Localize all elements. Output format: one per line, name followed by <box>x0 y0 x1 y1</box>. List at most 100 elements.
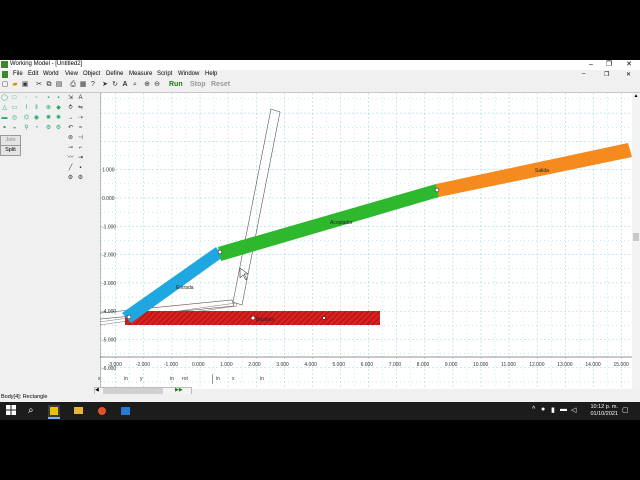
close-button[interactable]: ✕ <box>620 60 638 70</box>
motor-tool-icon[interactable]: ⊗ <box>45 105 52 112</box>
anchor-tool-icon[interactable]: ▪ <box>45 95 52 102</box>
pointer-icon[interactable]: ➤ <box>101 81 109 89</box>
circle-tool-icon[interactable]: ◯ <box>1 95 8 102</box>
mdi-restore-button[interactable]: ❐ <box>604 71 609 78</box>
linear-damper-tool-icon[interactable]: ╱ <box>67 165 74 172</box>
gear-pair-tool-icon[interactable]: ⚙ <box>67 175 74 182</box>
link-tool-icon[interactable]: ⚭ <box>1 125 8 132</box>
triangle-tool-icon[interactable]: △ <box>1 105 8 112</box>
run-button[interactable]: Run <box>169 81 183 88</box>
separator-joint-tool-icon[interactable]: ⚙ <box>77 175 84 182</box>
menu-help[interactable]: Help <box>205 71 217 77</box>
windows-start-icon[interactable] <box>6 405 18 417</box>
rotational-spring-tool-icon[interactable]: ↶ <box>67 125 74 132</box>
rotational-actuator-tool-icon[interactable]: ⇢ <box>77 115 84 122</box>
menu-define[interactable]: Define <box>106 71 123 77</box>
curve-tool-icon[interactable]: ◎ <box>11 115 18 122</box>
mdi-close-button[interactable]: ✕ <box>626 71 631 78</box>
minimize-button[interactable]: – <box>582 60 600 70</box>
separator2-tool-icon[interactable]: ⚙ <box>55 125 62 132</box>
menu-object[interactable]: Object <box>83 71 100 77</box>
pin-joint[interactable] <box>322 316 326 320</box>
spring-tool-icon[interactable]: ⌬ <box>23 115 30 122</box>
menu-view[interactable]: View <box>65 71 78 77</box>
menu-script[interactable]: Script <box>157 71 172 77</box>
pulley-tool-icon[interactable]: ◔ <box>33 125 40 132</box>
point-tool-icon[interactable]: ◦ <box>23 95 30 102</box>
split-button[interactable]: Split <box>0 145 21 156</box>
polygon-tool-icon[interactable]: ▬ <box>1 115 8 122</box>
acoplador-body[interactable] <box>218 184 439 261</box>
cursor-tool-icon[interactable]: ⇲ <box>67 95 74 102</box>
volume-icon[interactable]: ◁ <box>571 406 576 414</box>
paste-icon[interactable]: ▤ <box>55 81 63 89</box>
keyed-joint-tool-icon[interactable]: ⊣ <box>77 135 84 142</box>
linear-spring-tool-icon[interactable]: 〰 <box>67 155 74 162</box>
actuator-spring-tool-icon[interactable]: ⊸ <box>67 145 74 152</box>
pin-joint[interactable] <box>434 187 440 193</box>
microphone-icon[interactable]: ● <box>541 406 545 413</box>
text-tool-icon[interactable]: A <box>121 81 129 89</box>
save-icon[interactable]: ▣ <box>21 81 29 89</box>
rectangle-tool-icon[interactable]: ▭ <box>11 105 18 112</box>
menu-edit[interactable]: Edit <box>28 71 38 77</box>
cut-icon[interactable]: ✂ <box>35 81 43 89</box>
scroll-left-arrow-icon[interactable]: ◀ <box>95 387 99 393</box>
photos-icon[interactable] <box>119 405 131 417</box>
linear-actuator-tool-icon[interactable]: ⇋ <box>77 105 84 112</box>
menu-window[interactable]: Window <box>178 71 199 77</box>
gear-tool-icon[interactable]: ✺ <box>45 115 52 122</box>
network-icon[interactable]: ▬ <box>560 406 567 413</box>
workspace-canvas[interactable]: 1.000 0.000 -1.000 -2.000 -3.000 -4.000 -5.000… <box>89 93 633 400</box>
slot-joint-tool-icon[interactable]: ≈ <box>77 125 84 132</box>
vertical-scroll-thumb[interactable] <box>633 233 639 241</box>
salida-body[interactable] <box>436 143 632 197</box>
square-point-tool-icon[interactable]: ▫ <box>33 95 40 102</box>
browser-icon[interactable] <box>96 405 108 417</box>
help-icon[interactable]: ? <box>89 81 97 89</box>
rotate-icon[interactable]: ↻ <box>111 81 119 89</box>
maximize-button[interactable]: ❐ <box>600 60 618 70</box>
damper-joint-tool-icon[interactable]: ▪ <box>77 165 84 172</box>
pin-joint[interactable] <box>250 315 256 321</box>
file-explorer-icon[interactable] <box>72 405 84 417</box>
slot-tool-icon[interactable]: ▪ <box>55 95 62 102</box>
new-file-icon[interactable]: ▢ <box>1 81 9 89</box>
system-clock[interactable]: 10:12 p. m. 01/10/2021 <box>590 404 618 418</box>
copy-icon[interactable]: ⧉ <box>45 81 53 89</box>
rope-tool-icon[interactable]: ⌇ <box>23 105 30 112</box>
pin-tool-icon[interactable]: ‖ <box>33 105 40 112</box>
separator-tool-icon[interactable]: ✺ <box>55 115 62 122</box>
force-tool-icon[interactable]: → <box>67 115 74 122</box>
zoom-out-icon[interactable]: ⊖ <box>153 81 161 89</box>
square-tool-icon[interactable]: □ <box>11 95 18 102</box>
rotational-motor-tool-icon[interactable]: A <box>77 95 84 102</box>
battery-icon[interactable]: ▮ <box>551 406 555 414</box>
lock-tool-icon[interactable]: ⚲ <box>23 125 30 132</box>
rope-joint-tool-icon[interactable]: ⇥ <box>77 155 84 162</box>
zoom-in-icon[interactable]: ⊕ <box>143 81 151 89</box>
pin-joint[interactable] <box>217 249 223 255</box>
rotational-damper-tool-icon[interactable]: ⊚ <box>67 135 74 142</box>
mdi-minimize-button[interactable]: – <box>582 71 585 77</box>
menu-file[interactable]: File <box>13 71 23 77</box>
show-hidden-icons-icon[interactable]: ^ <box>532 406 535 413</box>
search-icon[interactable]: ⌕ <box>28 405 40 417</box>
pulley-joint-tool-icon[interactable]: ⌐ <box>77 145 84 152</box>
zoom-tool-icon[interactable]: ⌕ <box>131 81 139 89</box>
reset-button[interactable]: Reset <box>211 81 230 88</box>
open-folder-icon[interactable]: ▰ <box>11 81 19 89</box>
torque-tool-icon[interactable]: ⥁ <box>67 105 74 112</box>
scroll-right-arrow-icon[interactable]: ▶▶ <box>175 387 183 393</box>
pin-joint[interactable] <box>126 314 132 320</box>
damper-tool-icon[interactable]: ◉ <box>33 115 40 122</box>
stop-button[interactable]: Stop <box>190 81 206 88</box>
menu-measure[interactable]: Measure <box>129 71 152 77</box>
keyed-slot-tool-icon[interactable]: ◒ <box>11 125 18 132</box>
notifications-icon[interactable]: ▢ <box>622 406 629 414</box>
vertical-scrollbar[interactable]: ▲ <box>632 93 640 389</box>
menu-world[interactable]: World <box>43 71 59 77</box>
properties-icon[interactable]: ▦ <box>79 81 87 89</box>
rod-tool-icon[interactable]: ⚙ <box>45 125 52 132</box>
print-icon[interactable]: ⎙ <box>69 81 77 89</box>
